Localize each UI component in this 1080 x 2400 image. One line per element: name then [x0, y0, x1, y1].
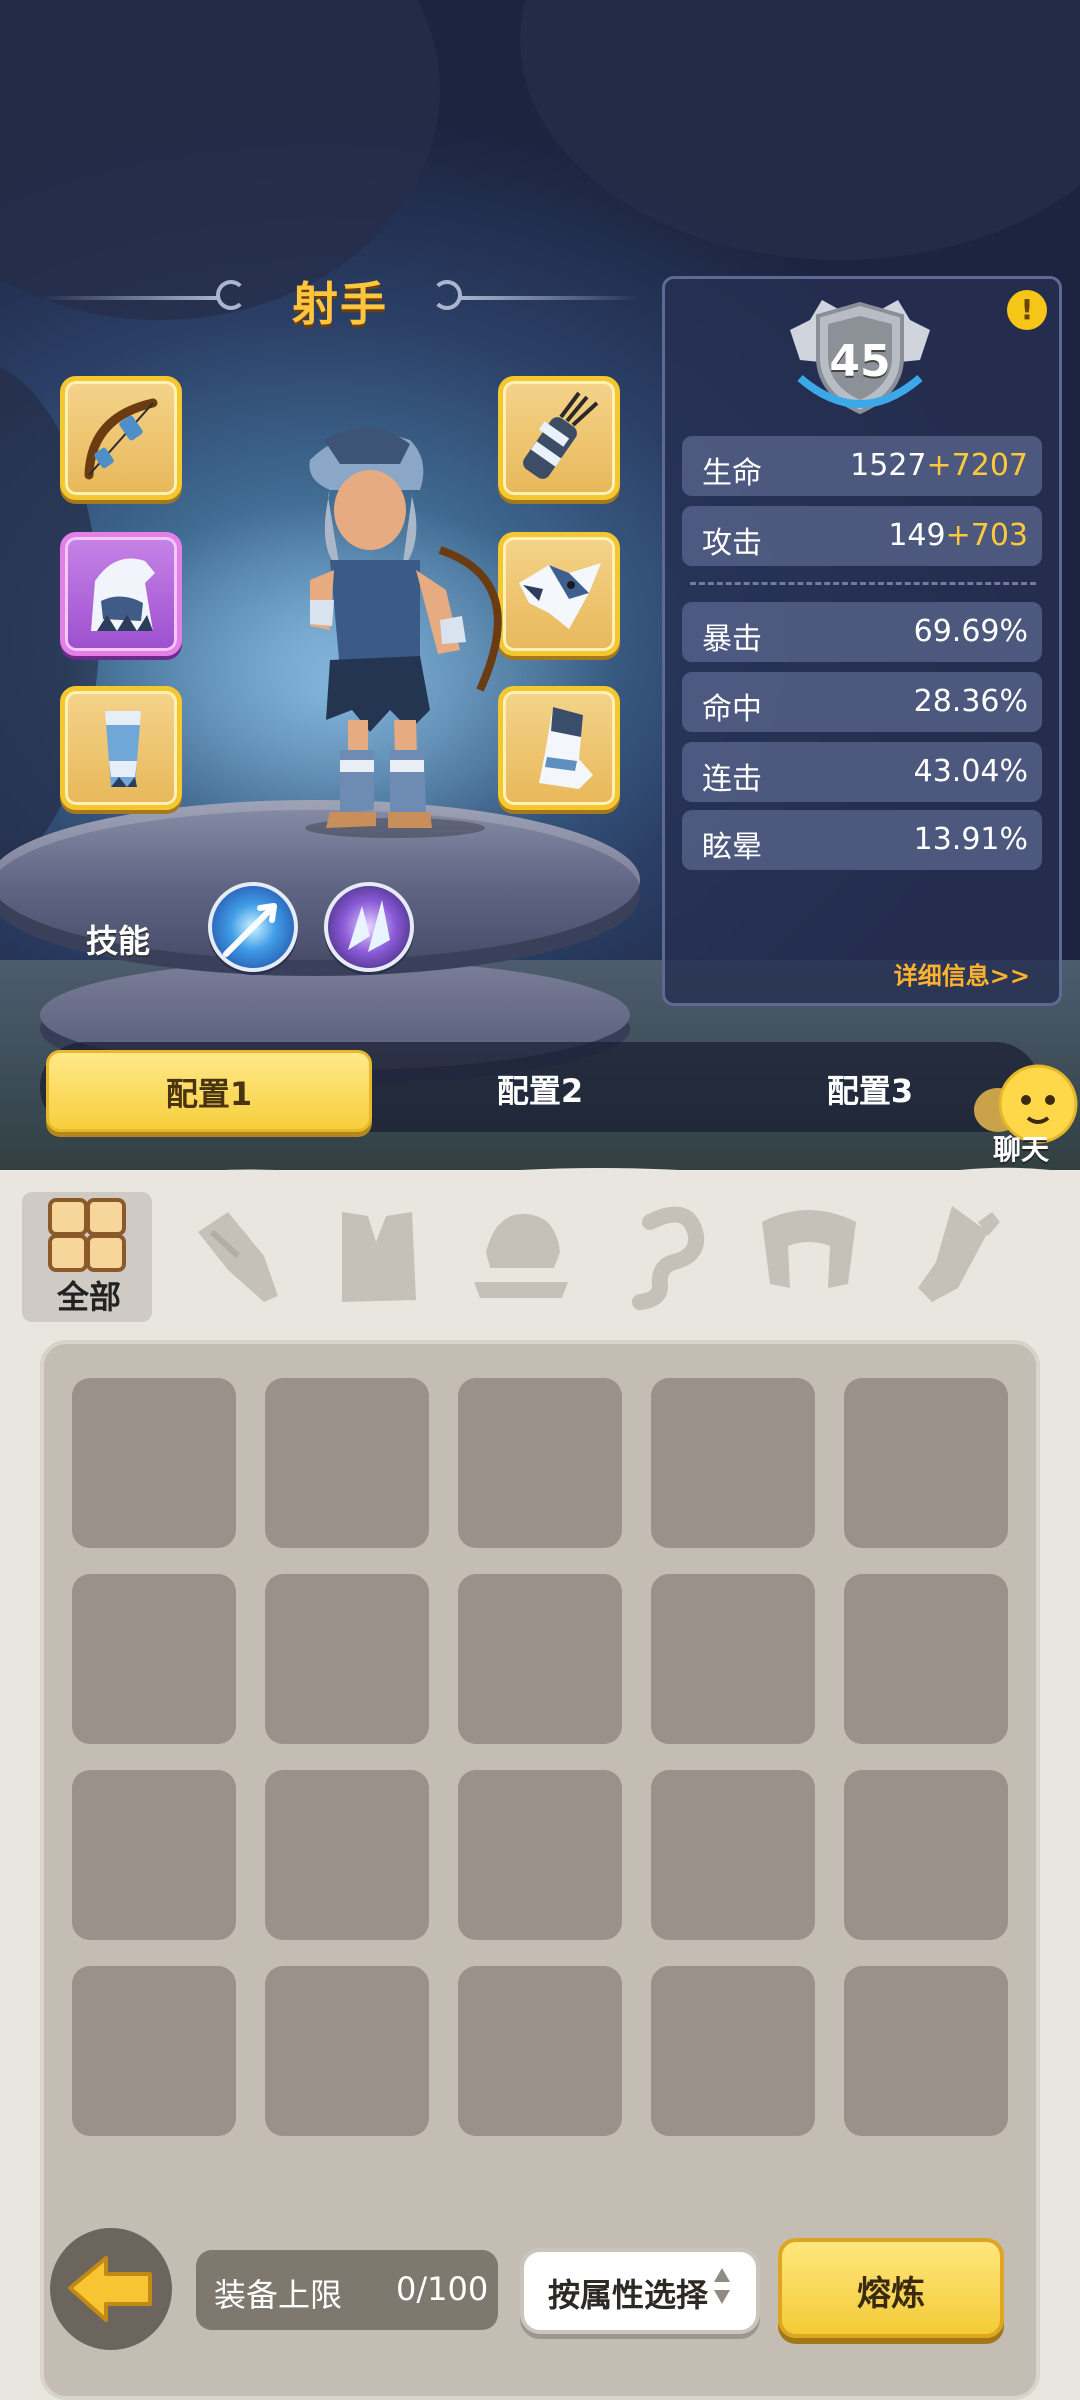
sort-arrows-icon [714, 2268, 730, 2304]
inventory-slot[interactable] [458, 1770, 622, 1940]
inventory-slot[interactable] [844, 1378, 1008, 1548]
title-swirl-right [432, 280, 462, 310]
grid-icon [48, 1198, 126, 1272]
stat-row-stun: 眩晕 13.91% [682, 810, 1042, 870]
necklace-category-icon[interactable] [600, 1192, 730, 1322]
stat-row-crit: 暴击 69.69% [682, 602, 1042, 662]
boots-category-icon[interactable] [888, 1192, 1018, 1322]
stat-label: 生命 [702, 456, 762, 491]
tab-config-1[interactable]: 配置1 [46, 1050, 372, 1132]
inventory-slot[interactable] [844, 1966, 1008, 2136]
stat-label: 攻击 [702, 526, 762, 561]
lightning-arrow-skill-icon [223, 903, 277, 957]
stat-row-hit: 命中 28.36% [682, 672, 1042, 732]
character-level: 45 [829, 336, 891, 387]
inventory-slot[interactable] [651, 1378, 815, 1548]
stat-value: 13.91% [913, 822, 1028, 857]
stat-base: 149 [888, 518, 946, 553]
stat-row-combo: 连击 43.04% [682, 742, 1042, 802]
stat-row-hp: 生命 1527+7207 [682, 436, 1042, 496]
inventory-slot[interactable] [72, 1770, 236, 1940]
class-title: 射手 [292, 277, 388, 331]
info-icon[interactable]: ! [1007, 290, 1047, 330]
equipment-limit-value: 0/100 [396, 2270, 489, 2308]
inventory-slot[interactable] [72, 1966, 236, 2136]
inventory-slot[interactable] [72, 1574, 236, 1744]
bow-icon [84, 398, 158, 480]
inventory-slot[interactable] [651, 1966, 815, 2136]
armor-category-icon[interactable] [312, 1192, 442, 1322]
category-all-label[interactable]: 全部 [22, 1272, 156, 1318]
skills-label: 技能 [86, 922, 151, 960]
title-ornament-right [460, 296, 640, 300]
weapon-category-icon[interactable] [168, 1192, 298, 1322]
archer-character [305, 427, 502, 838]
stat-label: 暴击 [702, 622, 762, 657]
inventory-slot[interactable] [651, 1574, 815, 1744]
helmet-category-icon[interactable] [456, 1192, 586, 1322]
inventory-slot[interactable] [651, 1770, 815, 1940]
snow-edge-decoration [0, 1167, 1080, 1190]
inventory-slot[interactable] [458, 1966, 622, 2136]
equip-slot-bracer[interactable] [60, 686, 182, 810]
stat-label: 连击 [702, 762, 762, 797]
stat-value: 43.04% [913, 754, 1028, 789]
stat-base: 1527 [850, 448, 927, 483]
back-button[interactable] [50, 2228, 172, 2350]
stat-label: 眩晕 [702, 830, 762, 865]
stat-value: 149+703 [888, 518, 1028, 553]
bracer-category-icon[interactable] [744, 1192, 874, 1322]
inventory-slot[interactable] [265, 1378, 429, 1548]
bracer-icon [105, 711, 141, 787]
boots-icon [539, 707, 593, 789]
stat-value: 69.69% [913, 614, 1028, 649]
inventory-slot[interactable] [265, 1574, 429, 1744]
stat-bonus: +703 [945, 518, 1028, 553]
stat-value: 1527+7207 [850, 448, 1028, 483]
inventory-slot[interactable] [458, 1574, 622, 1744]
stat-label: 命中 [702, 692, 762, 727]
skill-crystal-shard[interactable] [324, 882, 414, 972]
crystal-shard-skill-icon [348, 900, 390, 952]
inventory-slot[interactable] [844, 1574, 1008, 1744]
equipment-limit-label: 装备上限 [214, 2276, 343, 2314]
filter-label[interactable]: 按属性选择 [548, 2270, 708, 2316]
stats-divider [690, 582, 1036, 585]
tab-config-3[interactable]: 配置3 [742, 1050, 998, 1132]
skill-lightning-arrow[interactable] [208, 882, 298, 972]
back-arrow-icon [68, 2256, 152, 2322]
stat-value: 28.36% [913, 684, 1028, 719]
detail-info-link[interactable]: 详细信息>> [880, 956, 1030, 991]
equip-slot-head[interactable] [60, 532, 182, 656]
inventory-slot[interactable] [265, 1966, 429, 2136]
inventory-slot[interactable] [458, 1378, 622, 1548]
inventory-slot[interactable] [265, 1770, 429, 1940]
inventory-slot[interactable] [72, 1378, 236, 1548]
smelt-label[interactable]: 熔炼 [778, 2266, 1004, 2315]
stat-row-atk: 攻击 149+703 [682, 506, 1042, 566]
equip-slot-weapon[interactable] [60, 376, 182, 500]
stat-bonus: +7207 [926, 448, 1028, 483]
inventory-slot[interactable] [844, 1770, 1008, 1940]
tab-config-2[interactable]: 配置2 [412, 1050, 668, 1132]
wolf-head-icon [519, 563, 601, 629]
quiver-icon [523, 391, 599, 479]
wolf-hood-icon [91, 558, 155, 631]
